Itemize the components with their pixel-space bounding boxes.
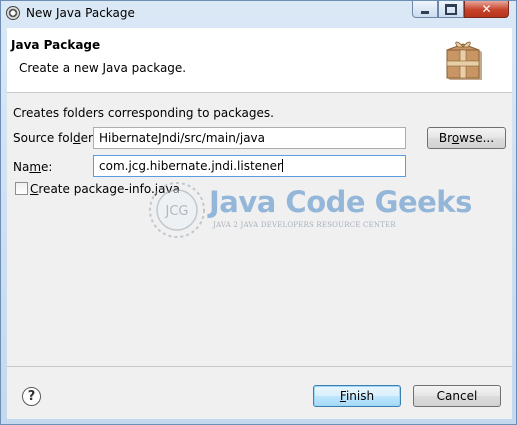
text-caret <box>281 159 283 172</box>
eclipse-app-icon <box>6 6 20 20</box>
jcg-logo-text: JCG <box>165 204 189 219</box>
minimize-icon <box>421 10 429 14</box>
finish-button[interactable]: Finish <box>313 385 401 407</box>
wizard-header: Java Package Create a new Java package. <box>7 28 512 93</box>
name-label: Name: <box>13 160 53 174</box>
maximize-button[interactable] <box>438 1 464 18</box>
close-icon: ✕ <box>481 2 492 16</box>
watermark-tagline: JAVA 2 JAVA DEVELOPERS RESOURCE CENTER <box>213 221 396 229</box>
create-package-info-checkbox[interactable] <box>15 182 28 195</box>
page-title: Java Package <box>11 38 101 52</box>
package-name-value: com.jcg.hibernate.jndi.listener <box>99 159 282 173</box>
source-folder-label: Source folder: <box>13 131 97 145</box>
maximize-icon <box>445 3 457 15</box>
package-icon <box>446 41 482 80</box>
source-folder-field[interactable]: HibernateJndi/src/main/java <box>93 127 406 149</box>
close-button[interactable]: ✕ <box>464 1 509 18</box>
jcg-watermark: JCG Java Code Geeks JAVA 2 JAVA DEVELOPE… <box>147 178 472 258</box>
package-name-field[interactable]: com.jcg.hibernate.jndi.listener <box>93 155 406 177</box>
jcg-logo-icon: JCG <box>149 182 205 238</box>
dialog-window: New Java Package ✕ Java Package Create a… <box>0 0 517 425</box>
footer-separator <box>7 366 512 367</box>
form-description: Creates folders corresponding to package… <box>13 106 274 120</box>
cancel-button[interactable]: Cancel <box>413 385 501 407</box>
help-icon[interactable]: ? <box>22 387 41 406</box>
window-title: New Java Package <box>26 6 135 20</box>
dialog-content: Java Package Create a new Java package. … <box>7 28 512 419</box>
minimize-button[interactable] <box>412 1 438 18</box>
page-subtitle: Create a new Java package. <box>19 61 187 75</box>
browse-button[interactable]: Browse... <box>427 127 506 149</box>
title-bar[interactable]: New Java Package ✕ <box>1 1 517 28</box>
watermark-name: Java Code Geeks <box>209 185 472 219</box>
